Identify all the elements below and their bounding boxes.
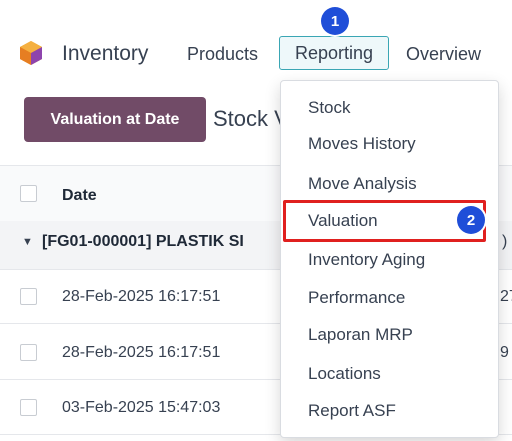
step-1-badge: 1 [321, 7, 349, 35]
menu-item-laporan-mrp[interactable]: Laporan MRP [281, 318, 498, 352]
group-label[interactable]: [FG01-000001] PLASTIK SI [42, 233, 244, 251]
row-edge-text: 9 [500, 344, 509, 361]
row-date[interactable]: 28-Feb-2025 16:17:51 [62, 344, 220, 362]
menu-reporting[interactable]: Reporting [279, 36, 389, 70]
row-date[interactable]: 28-Feb-2025 16:17:51 [62, 288, 220, 306]
menu-item-stock[interactable]: Stock [281, 91, 498, 125]
column-header-date[interactable]: Date [62, 187, 97, 205]
caret-down-icon: ▼ [22, 236, 33, 248]
row-checkbox[interactable] [20, 399, 37, 416]
row-date[interactable]: 03-Feb-2025 15:47:03 [62, 399, 220, 417]
group-edge-text: ) [502, 233, 508, 250]
menu-reporting-label: Reporting [294, 42, 374, 63]
menu-item-performance[interactable]: Performance [281, 281, 498, 315]
valuation-highlight-box [283, 200, 486, 242]
page-title: Stock V [213, 106, 289, 131]
row-edge-text: 27 [500, 288, 512, 305]
menu-products[interactable]: Products [187, 44, 258, 65]
inventory-app-icon[interactable] [18, 40, 44, 66]
row-checkbox[interactable] [20, 344, 37, 361]
menu-overview[interactable]: Overview [406, 44, 481, 65]
menu-item-locations[interactable]: Locations [281, 357, 498, 391]
app-name[interactable]: Inventory [62, 42, 148, 66]
menu-item-report-asf[interactable]: Report ASF [281, 394, 498, 428]
step-2-badge: 2 [457, 206, 485, 234]
valuation-at-date-button[interactable]: Valuation at Date [24, 97, 206, 142]
select-all-checkbox[interactable] [20, 185, 37, 202]
menu-item-moves-history[interactable]: Moves History [281, 127, 498, 161]
menu-item-move-analysis[interactable]: Move Analysis [281, 167, 498, 201]
menu-item-inventory-aging[interactable]: Inventory Aging [281, 243, 498, 277]
row-checkbox[interactable] [20, 288, 37, 305]
reporting-dropdown-menu: Stock Moves History Move Analysis Valuat… [280, 80, 499, 438]
